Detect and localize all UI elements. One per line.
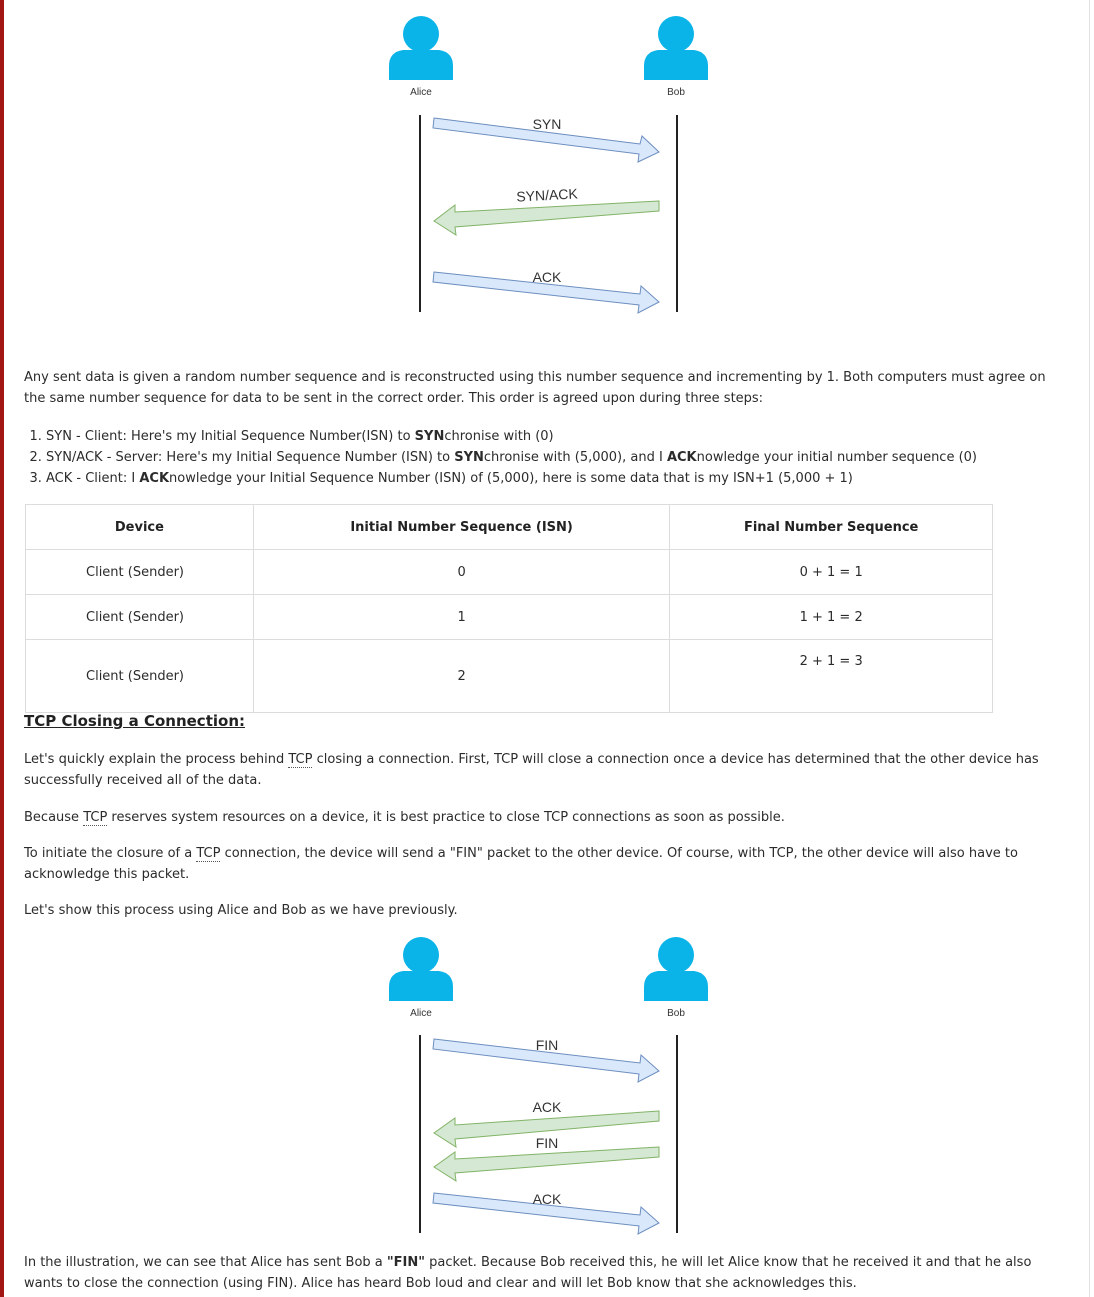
bob-avatar-icon xyxy=(644,16,708,80)
cell-device: Client (Sender) xyxy=(25,594,254,640)
synack-label: SYN/ACK xyxy=(516,185,579,204)
final-ack-label: ACK xyxy=(533,1191,562,1207)
final-paragraph: In the illustration, we can see that Ali… xyxy=(24,1255,1032,1291)
fin-back-arrow xyxy=(433,1146,660,1182)
ack-label: ACK xyxy=(533,269,562,285)
step-item: SYN/ACK - Server: Here's my Initial Sequ… xyxy=(46,447,1086,468)
table-header-row: Device Initial Number Sequence (ISN) Fin… xyxy=(25,504,993,550)
alice-avatar-icon xyxy=(389,937,453,1001)
header-isn: Initial Number Sequence (ISN) xyxy=(252,504,671,550)
cell-isn: 2 xyxy=(252,639,671,713)
closing-paragraph-3: To initiate the closure of a TCP connect… xyxy=(24,846,1018,882)
closing-paragraph-4: Let's show this process using Alice and … xyxy=(24,903,458,918)
cell-isn: 0 xyxy=(252,549,671,595)
intro-paragraph: Any sent data is given a random number s… xyxy=(24,370,1046,406)
closing-paragraph-1: Let's quickly explain the process behind… xyxy=(24,752,1039,788)
closing-paragraph-2: Because TCP reserves system resources on… xyxy=(24,810,785,826)
cell-isn: 1 xyxy=(252,594,671,640)
bob-label: Bob xyxy=(667,1008,685,1019)
tcp-abbreviation: TCP xyxy=(196,846,221,862)
cell-final: 0 + 1 = 1 xyxy=(669,549,993,595)
fin-label: FIN xyxy=(536,1037,559,1053)
alice-label: Alice xyxy=(410,87,432,98)
tcp-abbreviation: TCP xyxy=(288,752,313,768)
ack-back-label: ACK xyxy=(533,1099,562,1115)
syn-label: SYN xyxy=(533,116,562,132)
cell-final: 1 + 1 = 2 xyxy=(669,594,993,640)
bob-label: Bob xyxy=(667,87,685,98)
closing-diagram: Alice Bob FIN ACK FIN ACK xyxy=(0,921,1094,1241)
closing-heading: TCP Closing a Connection: xyxy=(24,712,245,730)
cell-device: Client (Sender) xyxy=(25,639,254,713)
synack-arrow xyxy=(433,200,660,236)
header-device: Device xyxy=(25,504,254,550)
tcp-abbreviation: TCP xyxy=(83,810,108,826)
handshake-steps-list: SYN - Client: Here's my Initial Sequence… xyxy=(24,426,1086,489)
table-row: Client (Sender) 1 1 + 1 = 2 xyxy=(25,594,993,640)
handshake-diagram: Alice Bob SYN SYN/ACK ACK xyxy=(0,0,1094,320)
step-item: ACK - Client: I ACKnowledge your Initial… xyxy=(46,468,1086,489)
cell-final: 2 + 1 = 3 xyxy=(669,639,993,713)
step-item: SYN - Client: Here's my Initial Sequence… xyxy=(46,426,1086,447)
sequence-table: Device Initial Number Sequence (ISN) Fin… xyxy=(25,504,993,713)
table-row: Client (Sender) 2 2 + 1 = 3 xyxy=(25,639,993,713)
bob-avatar-icon xyxy=(644,937,708,1001)
alice-avatar-icon xyxy=(389,16,453,80)
fin-back-label: FIN xyxy=(536,1135,559,1151)
alice-label: Alice xyxy=(410,1008,432,1019)
table-row: Client (Sender) 0 0 + 1 = 1 xyxy=(25,549,993,595)
header-final: Final Number Sequence xyxy=(669,504,993,550)
cell-device: Client (Sender) xyxy=(25,549,254,595)
